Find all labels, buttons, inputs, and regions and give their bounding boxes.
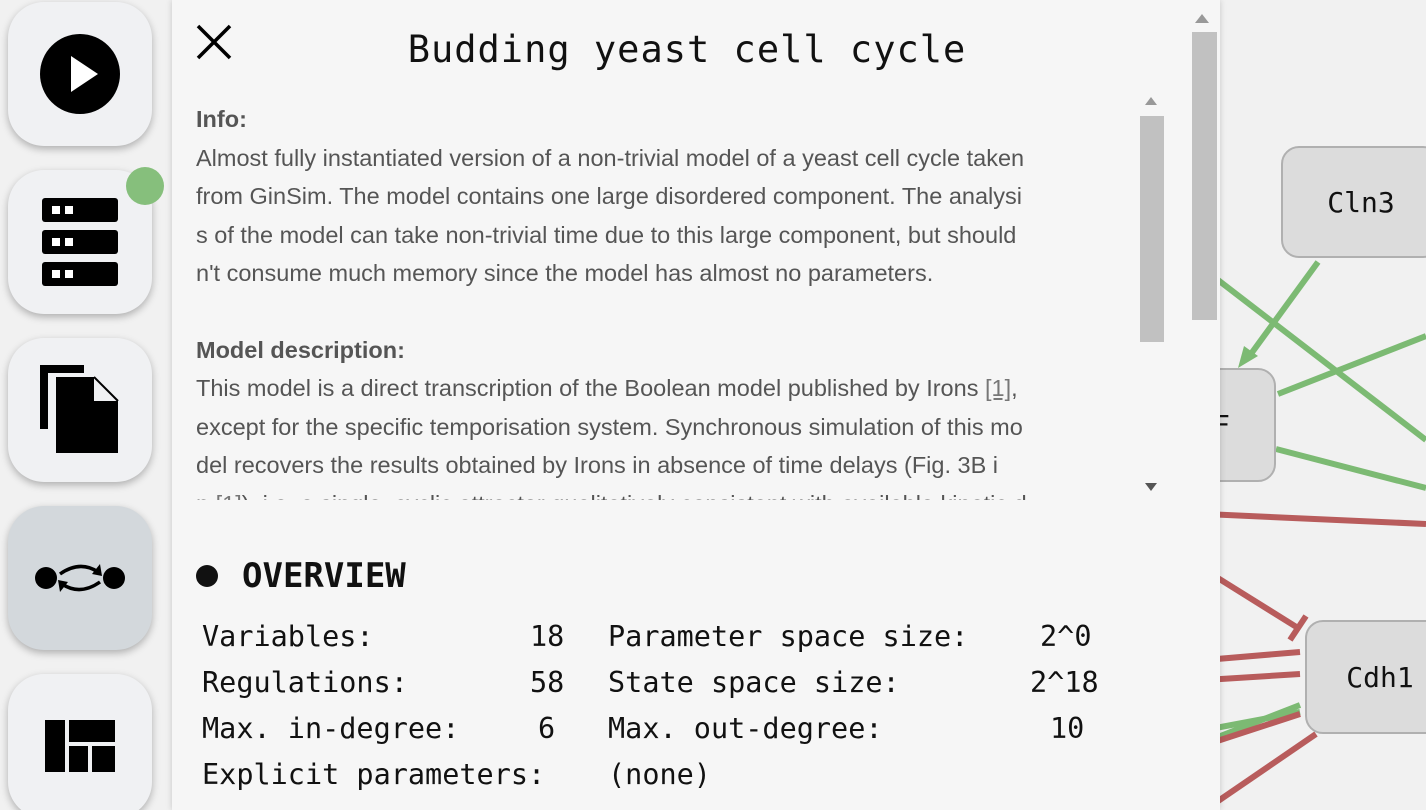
model-line: del recovers the results obtained by Iro… xyxy=(196,452,999,478)
info-line: from GinSim. The model contains one larg… xyxy=(196,183,1022,209)
stat-parameter-space-label: Parameter space size: xyxy=(608,620,969,653)
info-line: n't consume much memory since the model … xyxy=(196,260,934,286)
stat-parameter-space-value: 2^0 xyxy=(1040,620,1092,653)
description-scrollbar[interactable] xyxy=(1138,86,1166,500)
graph-node-cdh1[interactable]: Cdh1 xyxy=(1305,620,1426,734)
reference-link[interactable]: [1] xyxy=(216,491,242,501)
stat-variables-label: Variables: xyxy=(202,620,374,653)
model-description-heading: Model description: xyxy=(196,336,405,363)
model-line: except for the specific temporisation sy… xyxy=(196,413,1023,440)
overview-heading: OVERVIEW xyxy=(196,556,406,596)
scroll-down-arrow-icon[interactable] xyxy=(1145,483,1157,491)
description-box[interactable]: Info: Almost fully instantiated version … xyxy=(172,86,1166,500)
reference-link[interactable]: [1] xyxy=(985,375,1011,401)
stat-regulations-label: Regulations: xyxy=(202,666,408,699)
simulate-button[interactable] xyxy=(8,2,152,146)
stat-regulations-value: 58 xyxy=(530,666,565,699)
stat-max-in-degree-label: Max. in-degree: xyxy=(202,712,460,745)
info-line: s of the model can take non-trivial time… xyxy=(196,221,1017,248)
stat-state-space-label: State space size: xyxy=(608,666,900,699)
edge-activation xyxy=(1275,446,1426,491)
play-icon xyxy=(40,34,120,114)
model-info-panel: Budding yeast cell cycle Info: Almost fu… xyxy=(172,0,1220,810)
copy-file-icon xyxy=(40,365,119,453)
info-heading: Info: xyxy=(196,106,247,132)
analysis-dashboard-button[interactable] xyxy=(8,674,152,810)
scroll-up-arrow-icon[interactable] xyxy=(1195,14,1209,23)
dashboard-layout-icon xyxy=(45,720,115,772)
stat-max-out-degree-value: 10 xyxy=(1050,712,1085,745)
model-editor-button[interactable] xyxy=(8,506,152,650)
stat-max-out-degree-label: Max. out-degree: xyxy=(608,712,883,745)
model-line: n [1]), i.e. a single, cyclic attractor … xyxy=(196,485,1134,501)
server-list-icon xyxy=(42,198,118,286)
scrollbar-thumb[interactable] xyxy=(1192,32,1217,320)
scroll-up-arrow-icon[interactable] xyxy=(1145,97,1157,105)
stat-explicit-parameters-value: (none) xyxy=(608,758,711,791)
import-export-button[interactable] xyxy=(8,338,152,482)
panel-title: Budding yeast cell cycle xyxy=(407,28,967,71)
stat-state-space-value: 2^18 xyxy=(1030,666,1099,699)
model-editor-icon xyxy=(35,564,125,592)
bullet-icon xyxy=(196,565,218,587)
model-line: This model is a direct transcription of … xyxy=(196,375,1018,401)
info-line: Almost fully instantiated version of a n… xyxy=(196,144,1025,171)
edge-inhibition xyxy=(1204,511,1426,527)
graph-node-cln3[interactable]: Cln3 xyxy=(1281,146,1426,258)
panel-scrollbar[interactable] xyxy=(1187,8,1219,810)
stat-explicit-parameters-label: Explicit parameters: xyxy=(202,758,546,791)
stat-variables-value: 18 xyxy=(530,620,565,653)
scrollbar-thumb[interactable] xyxy=(1140,116,1164,342)
connection-status-dot xyxy=(126,167,164,205)
stat-max-in-degree-value: 6 xyxy=(538,712,556,745)
edge-inhibition xyxy=(1203,731,1318,810)
